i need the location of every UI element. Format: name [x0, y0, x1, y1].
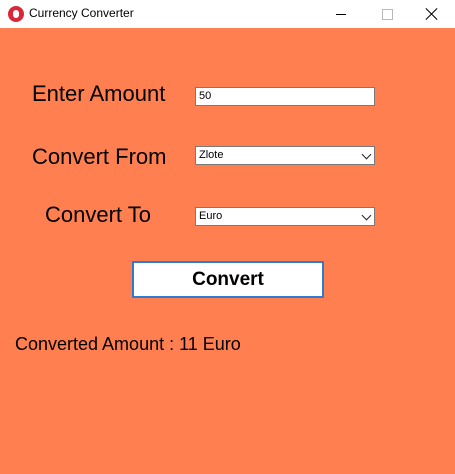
convert-from-select[interactable]: Zlote — [195, 146, 375, 165]
converter-panel: Enter Amount 50 Convert From Zlote Conve… — [0, 28, 455, 474]
title-bar: Currency Converter — [0, 0, 455, 28]
minimize-button[interactable] — [318, 0, 364, 28]
window-title: Currency Converter — [29, 6, 134, 20]
minimize-icon — [336, 13, 346, 15]
app-icon — [8, 6, 24, 22]
convert-from-value: Zlote — [199, 149, 224, 161]
chevron-down-icon — [361, 149, 372, 160]
converted-amount-text: Converted Amount : 11 Euro — [15, 334, 241, 354]
convert-from-label: Convert From — [32, 144, 167, 169]
chevron-down-icon — [361, 210, 372, 221]
convert-to-select[interactable]: Euro — [195, 207, 375, 226]
maximize-icon — [381, 8, 393, 20]
close-icon — [426, 8, 438, 20]
convert-button[interactable]: Convert — [132, 261, 324, 298]
maximize-button[interactable] — [364, 0, 410, 28]
convert-to-label: Convert To — [45, 202, 151, 227]
amount-input[interactable]: 50 — [195, 87, 375, 106]
convert-to-value: Euro — [199, 210, 223, 222]
amount-label: Enter Amount — [32, 81, 166, 106]
close-button[interactable] — [409, 0, 455, 28]
